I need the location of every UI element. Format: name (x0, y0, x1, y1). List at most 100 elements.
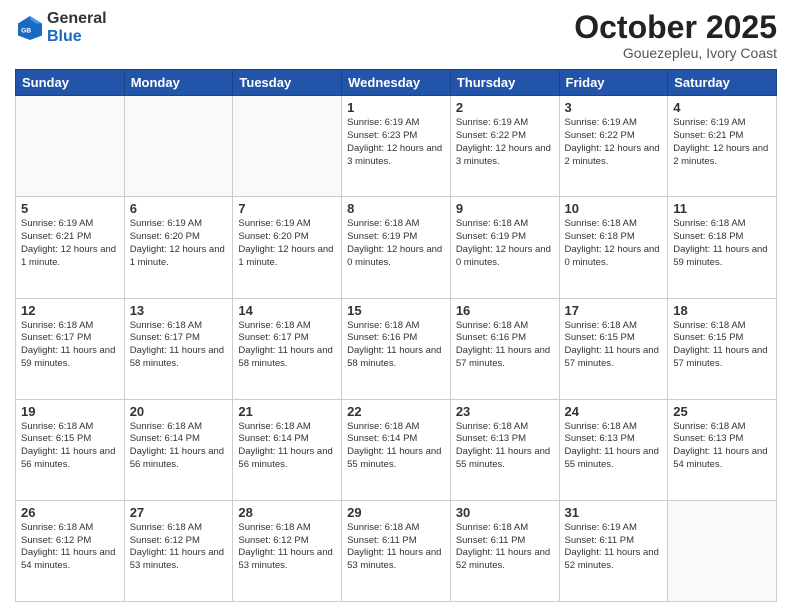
table-row: 7 Sunrise: 6:19 AM Sunset: 6:20 PM Daylig… (233, 197, 342, 298)
day-info: Sunrise: 6:18 AM Sunset: 6:18 PM Dayligh… (565, 218, 663, 269)
table-row: 2 Sunrise: 6:19 AM Sunset: 6:22 PM Daylig… (450, 96, 559, 197)
table-row: 18 Sunrise: 6:18 AM Sunset: 6:15 PM Dayli… (668, 298, 777, 399)
table-row: 3 Sunrise: 6:19 AM Sunset: 6:22 PM Daylig… (559, 96, 668, 197)
day-number: 28 (238, 505, 336, 520)
day-info: Sunrise: 6:19 AM Sunset: 6:22 PM Dayligh… (456, 117, 554, 168)
table-row: 21Sunrise: 6:18 AM Sunset: 6:14 PM Dayli… (233, 399, 342, 500)
day-number: 27 (130, 505, 228, 520)
logo-general: General (47, 10, 107, 28)
day-info: Sunrise: 6:18 AM Sunset: 6:13 PM Dayligh… (456, 421, 554, 472)
table-row (16, 96, 125, 197)
day-number: 2 (456, 100, 554, 115)
day-number: 4 (673, 100, 771, 115)
day-number: 1 (347, 100, 445, 115)
day-info: Sunrise: 6:18 AM Sunset: 6:12 PM Dayligh… (238, 522, 336, 573)
day-number: 19 (21, 404, 119, 419)
day-number: 24 (565, 404, 663, 419)
day-number: 21 (238, 404, 336, 419)
day-info: Sunrise: 6:18 AM Sunset: 6:17 PM Dayligh… (21, 320, 119, 371)
day-number: 13 (130, 303, 228, 318)
day-info: Sunrise: 6:19 AM Sunset: 6:21 PM Dayligh… (21, 218, 119, 269)
calendar-header-row: Sunday Monday Tuesday Wednesday Thursday… (16, 70, 777, 96)
day-number: 5 (21, 201, 119, 216)
table-row: 30 Sunrise: 6:18 AM Sunset: 6:11 PM Dayli… (450, 500, 559, 601)
table-row: 15 Sunrise: 6:18 AM Sunset: 6:16 PM Dayli… (342, 298, 451, 399)
day-number: 17 (565, 303, 663, 318)
table-row: 12 Sunrise: 6:18 AM Sunset: 6:17 PM Dayli… (16, 298, 125, 399)
day-info: Sunrise: 6:18 AM Sunset: 6:17 PM Dayligh… (130, 320, 228, 371)
col-monday: Monday (124, 70, 233, 96)
header: GB General Blue October 2025 Gouezepleu,… (15, 10, 777, 61)
day-number: 14 (238, 303, 336, 318)
title-section: October 2025 Gouezepleu, Ivory Coast (574, 10, 777, 61)
logo-blue: Blue (47, 28, 107, 46)
day-number: 15 (347, 303, 445, 318)
col-thursday: Thursday (450, 70, 559, 96)
day-info: Sunrise: 6:19 AM Sunset: 6:21 PM Dayligh… (673, 117, 771, 168)
table-row: 4 Sunrise: 6:19 AM Sunset: 6:21 PM Daylig… (668, 96, 777, 197)
day-info: Sunrise: 6:19 AM Sunset: 6:23 PM Dayligh… (347, 117, 445, 168)
table-row: 19 Sunrise: 6:18 AM Sunset: 6:15 PM Dayli… (16, 399, 125, 500)
day-info: Sunrise: 6:18 AM Sunset: 6:15 PM Dayligh… (673, 320, 771, 371)
table-row: 5 Sunrise: 6:19 AM Sunset: 6:21 PM Daylig… (16, 197, 125, 298)
day-info: Sunrise: 6:18 AM Sunset: 6:11 PM Dayligh… (456, 522, 554, 573)
table-row (233, 96, 342, 197)
day-info: Sunrise: 6:18 AM Sunset: 6:16 PM Dayligh… (347, 320, 445, 371)
table-row: 16Sunrise: 6:18 AM Sunset: 6:16 PM Dayli… (450, 298, 559, 399)
day-info: Sunrise: 6:19 AM Sunset: 6:20 PM Dayligh… (130, 218, 228, 269)
day-info: Sunrise: 6:18 AM Sunset: 6:14 PM Dayligh… (130, 421, 228, 472)
day-info: Sunrise: 6:19 AM Sunset: 6:11 PM Dayligh… (565, 522, 663, 573)
table-row: 13 Sunrise: 6:18 AM Sunset: 6:17 PM Dayli… (124, 298, 233, 399)
day-info: Sunrise: 6:18 AM Sunset: 6:11 PM Dayligh… (347, 522, 445, 573)
day-info: Sunrise: 6:19 AM Sunset: 6:22 PM Dayligh… (565, 117, 663, 168)
table-row: 31 Sunrise: 6:19 AM Sunset: 6:11 PM Dayli… (559, 500, 668, 601)
table-row: 28 Sunrise: 6:18 AM Sunset: 6:12 PM Dayli… (233, 500, 342, 601)
day-number: 26 (21, 505, 119, 520)
table-row: 29 Sunrise: 6:18 AM Sunset: 6:11 PM Dayli… (342, 500, 451, 601)
table-row: 11Sunrise: 6:18 AM Sunset: 6:18 PM Dayli… (668, 197, 777, 298)
table-row: 17 Sunrise: 6:18 AM Sunset: 6:15 PM Dayli… (559, 298, 668, 399)
day-number: 20 (130, 404, 228, 419)
day-number: 23 (456, 404, 554, 419)
logo: GB General Blue (15, 10, 107, 45)
day-info: Sunrise: 6:18 AM Sunset: 6:14 PM Dayligh… (347, 421, 445, 472)
day-info: Sunrise: 6:18 AM Sunset: 6:17 PM Dayligh… (238, 320, 336, 371)
col-saturday: Saturday (668, 70, 777, 96)
day-info: Sunrise: 6:18 AM Sunset: 6:13 PM Dayligh… (565, 421, 663, 472)
day-info: Sunrise: 6:18 AM Sunset: 6:18 PM Dayligh… (673, 218, 771, 269)
table-row: 6 Sunrise: 6:19 AM Sunset: 6:20 PM Daylig… (124, 197, 233, 298)
day-number: 31 (565, 505, 663, 520)
day-info: Sunrise: 6:19 AM Sunset: 6:20 PM Dayligh… (238, 218, 336, 269)
table-row (668, 500, 777, 601)
table-row: 8 Sunrise: 6:18 AM Sunset: 6:19 PM Daylig… (342, 197, 451, 298)
day-info: Sunrise: 6:18 AM Sunset: 6:15 PM Dayligh… (21, 421, 119, 472)
calendar: Sunday Monday Tuesday Wednesday Thursday… (15, 69, 777, 602)
day-number: 22 (347, 404, 445, 419)
day-number: 18 (673, 303, 771, 318)
table-row: 22 Sunrise: 6:18 AM Sunset: 6:14 PM Dayli… (342, 399, 451, 500)
table-row: 25Sunrise: 6:18 AM Sunset: 6:13 PM Dayli… (668, 399, 777, 500)
col-tuesday: Tuesday (233, 70, 342, 96)
table-row: 1 Sunrise: 6:19 AM Sunset: 6:23 PM Daylig… (342, 96, 451, 197)
col-wednesday: Wednesday (342, 70, 451, 96)
day-info: Sunrise: 6:18 AM Sunset: 6:12 PM Dayligh… (130, 522, 228, 573)
day-info: Sunrise: 6:18 AM Sunset: 6:15 PM Dayligh… (565, 320, 663, 371)
day-number: 12 (21, 303, 119, 318)
table-row (124, 96, 233, 197)
table-row: 10 Sunrise: 6:18 AM Sunset: 6:18 PM Dayli… (559, 197, 668, 298)
day-number: 6 (130, 201, 228, 216)
day-info: Sunrise: 6:18 AM Sunset: 6:19 PM Dayligh… (347, 218, 445, 269)
day-number: 8 (347, 201, 445, 216)
page: GB General Blue October 2025 Gouezepleu,… (0, 0, 792, 612)
day-number: 30 (456, 505, 554, 520)
table-row: 20 Sunrise: 6:18 AM Sunset: 6:14 PM Dayli… (124, 399, 233, 500)
day-number: 7 (238, 201, 336, 216)
subtitle: Gouezepleu, Ivory Coast (574, 45, 777, 61)
table-row: 26Sunrise: 6:18 AM Sunset: 6:12 PM Dayli… (16, 500, 125, 601)
day-number: 29 (347, 505, 445, 520)
day-number: 10 (565, 201, 663, 216)
day-number: 3 (565, 100, 663, 115)
col-sunday: Sunday (16, 70, 125, 96)
table-row: 9Sunrise: 6:18 AM Sunset: 6:19 PM Daylig… (450, 197, 559, 298)
month-title: October 2025 (574, 10, 777, 45)
